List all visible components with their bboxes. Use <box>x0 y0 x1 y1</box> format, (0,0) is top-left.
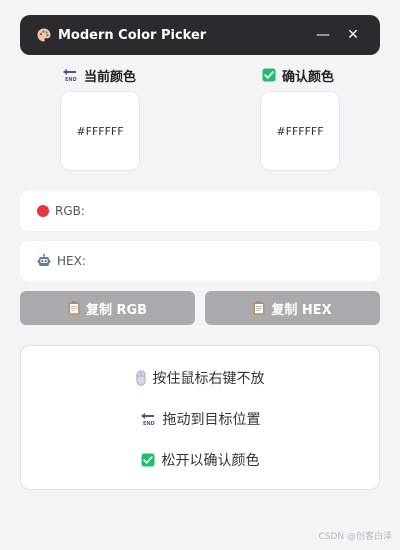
svg-text:END: END <box>65 77 77 82</box>
instruction-step-2: END 拖动到目标位置 <box>21 408 379 430</box>
confirm-color-swatch: #FFFFFF <box>260 91 340 171</box>
checkbox-icon <box>262 68 276 82</box>
current-color-label: END 当前颜色 <box>62 65 136 85</box>
clipboard-icon <box>253 301 265 315</box>
end-arrow-icon: END <box>62 68 78 82</box>
confirm-color-text: 确认颜色 <box>282 69 335 85</box>
instruction-step-1-text: 按住鼠标右键不放 <box>152 371 265 387</box>
end-arrow-icon: END <box>140 412 156 426</box>
instructions-panel: 按住鼠标右键不放 END 拖动到目标位置 松开以确认颜色 <box>20 345 380 490</box>
checkbox-icon <box>141 453 155 467</box>
minimize-button[interactable]: — <box>308 20 338 50</box>
confirm-color-label: 确认颜色 <box>262 65 334 85</box>
rgb-label: RGB: <box>55 204 85 218</box>
palette-icon <box>36 27 52 43</box>
instruction-step-3: 松开以确认颜色 <box>21 449 379 471</box>
instruction-step-2-text: 拖动到目标位置 <box>162 412 261 428</box>
clipboard-icon <box>68 301 80 315</box>
red-circle-icon <box>37 205 49 217</box>
mouse-icon <box>135 370 146 386</box>
copy-hex-button[interactable]: 复制 HEX <box>205 291 380 325</box>
copy-rgb-button[interactable]: 复制 RGB <box>20 291 195 325</box>
svg-text:END: END <box>143 421 155 426</box>
confirm-color-value: #FFFFFF <box>276 124 324 138</box>
watermark: CSDN @创客白泽 <box>318 532 392 542</box>
instruction-step-3-text: 松开以确认颜色 <box>161 453 260 469</box>
current-color-value: #FFFFFF <box>76 124 124 138</box>
robot-icon <box>37 254 51 268</box>
current-color-swatch: #FFFFFF <box>60 91 140 171</box>
hex-field[interactable]: HEX: <box>20 241 380 281</box>
hex-label: HEX: <box>57 254 86 268</box>
close-button[interactable]: ✕ <box>338 20 368 50</box>
title-bar[interactable]: Modern Color Picker — ✕ <box>20 15 380 55</box>
rgb-field[interactable]: RGB: <box>20 191 380 231</box>
window-title: Modern Color Picker <box>58 27 207 43</box>
instruction-step-1: 按住鼠标右键不放 <box>21 367 379 389</box>
copy-rgb-label: 复制 RGB <box>85 302 148 318</box>
copy-hex-label: 复制 HEX <box>271 302 332 318</box>
current-color-text: 当前颜色 <box>84 69 137 85</box>
